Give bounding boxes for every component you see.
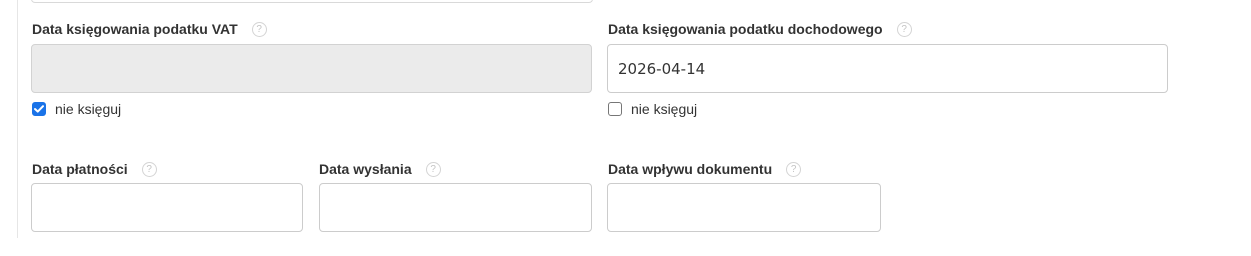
section-divider (17, 0, 18, 238)
send-date-label: Data wysłania ? (319, 161, 441, 177)
vat-no-booking-label: nie księguj (55, 101, 122, 117)
payment-date-label-text: Data płatności (32, 161, 128, 177)
income-tax-booking-date-label-text: Data księgowania podatku dochodowego (608, 21, 883, 37)
income-tax-no-booking-checkbox-row[interactable]: nie księguj (608, 101, 697, 117)
income-tax-no-booking-checkbox[interactable] (608, 102, 622, 116)
help-icon[interactable]: ? (786, 161, 802, 177)
send-date-input[interactable] (319, 183, 592, 232)
payment-date-input[interactable] (31, 183, 303, 232)
income-tax-no-booking-label: nie księguj (631, 101, 698, 117)
vat-booking-date-label: Data księgowania podatku VAT ? (32, 21, 267, 37)
send-date-label-text: Data wysłania (319, 161, 412, 177)
payment-date-label: Data płatności ? (32, 161, 157, 177)
checkmark-icon (34, 105, 44, 113)
help-icon[interactable]: ? (251, 21, 267, 37)
previous-field-bottom-edge (31, 0, 593, 3)
income-tax-booking-date-label: Data księgowania podatku dochodowego ? (608, 21, 912, 37)
vat-no-booking-checkbox[interactable] (32, 102, 46, 116)
vat-booking-date-input[interactable] (31, 44, 592, 93)
help-icon[interactable]: ? (141, 161, 157, 177)
help-icon[interactable]: ? (896, 21, 912, 37)
vat-booking-date-label-text: Data księgowania podatku VAT (32, 21, 238, 37)
vat-no-booking-checkbox-row[interactable]: nie księguj (32, 101, 121, 117)
help-icon[interactable]: ? (425, 161, 441, 177)
document-receipt-date-label-text: Data wpływu dokumentu (608, 161, 773, 177)
income-tax-booking-date-input[interactable] (607, 44, 1168, 93)
document-receipt-date-input[interactable] (607, 183, 881, 232)
document-receipt-date-label: Data wpływu dokumentu ? (608, 161, 802, 177)
